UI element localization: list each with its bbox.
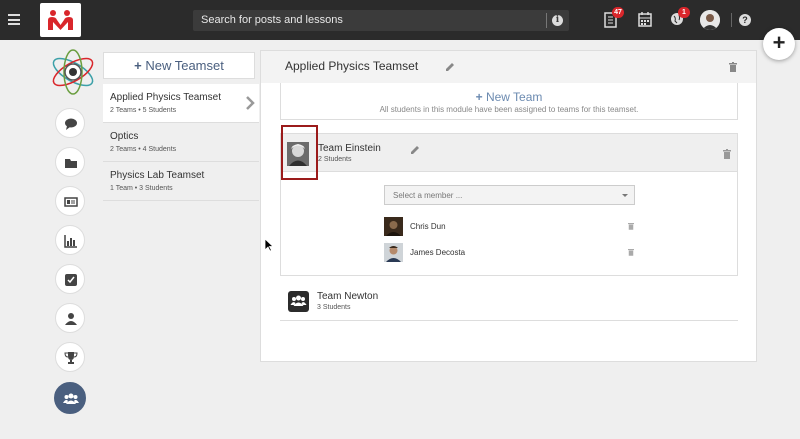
- nav-info-button[interactable]: [55, 186, 85, 216]
- member-select[interactable]: Select a member ...: [384, 185, 635, 205]
- member-name: James Decosta: [410, 248, 466, 257]
- nav-chat-button[interactable]: [55, 108, 85, 138]
- teamset-name: Physics Lab Teamset: [110, 170, 205, 181]
- remove-member-trash-icon[interactable]: [628, 248, 634, 256]
- users-icon: [290, 295, 307, 306]
- teamset-summary: 2 Teams • 5 Students: [110, 107, 177, 114]
- teamset-summary: 1 Team • 3 Students: [110, 185, 173, 192]
- delete-team-trash-icon[interactable]: [723, 149, 731, 159]
- team-row[interactable]: Team Newton 3 Students: [280, 283, 738, 321]
- member-row: James Decosta: [384, 243, 634, 263]
- app-logo[interactable]: [40, 3, 81, 37]
- trophy-icon: [64, 352, 78, 364]
- teamset-item[interactable]: Physics Lab Teamset 1 Team • 3 Students: [103, 162, 259, 201]
- notifications-icon[interactable]: 47: [604, 7, 624, 28]
- search-input[interactable]: Search for posts and lessons: [201, 14, 343, 26]
- chevron-down-icon: [622, 194, 628, 197]
- team-avatar[interactable]: [288, 291, 309, 312]
- teamset-panel: Applied Physics Teamset + New Team All s…: [260, 50, 757, 362]
- team-name: Team Einstein: [318, 143, 381, 154]
- teamset-item[interactable]: Optics 2 Teams • 4 Students: [103, 123, 259, 162]
- highlight-box: [281, 125, 318, 180]
- member-avatar: [384, 243, 403, 262]
- member-row: Chris Dun: [384, 217, 634, 237]
- globe-badge: 1: [678, 7, 690, 18]
- member-select-placeholder: Select a member ...: [393, 191, 463, 200]
- module-logo[interactable]: [49, 48, 97, 96]
- edit-team-pencil-icon[interactable]: [410, 145, 420, 155]
- team-name: Team Newton: [317, 291, 379, 302]
- user-icon: [65, 313, 77, 325]
- teamset-item[interactable]: Applied Physics Teamset 2 Teams • 5 Stud…: [103, 84, 259, 123]
- search-divider: [546, 13, 547, 28]
- teamset-name: Applied Physics Teamset: [110, 92, 221, 103]
- teamset-list: Applied Physics Teamset 2 Teams • 5 Stud…: [103, 84, 259, 201]
- nav-members-button[interactable]: [55, 303, 85, 333]
- team-student-count: 2 Students: [318, 156, 352, 163]
- new-team-area: + New Team All students in this module h…: [280, 83, 738, 120]
- users-icon: [63, 393, 79, 404]
- page-title: Applied Physics Teamset: [285, 59, 419, 73]
- checkbox-icon: [65, 274, 77, 286]
- delete-teamset-trash-icon[interactable]: [729, 62, 737, 72]
- help-icon[interactable]: ?: [739, 14, 751, 26]
- search-bar[interactable]: Search for posts and lessons i: [193, 10, 569, 31]
- globe-icon[interactable]: 1: [670, 7, 690, 28]
- nav-grades-button[interactable]: [55, 225, 85, 255]
- new-teamset-label: New Teamset: [145, 58, 224, 73]
- edit-teamset-pencil-icon[interactable]: [445, 62, 455, 72]
- teamset-name: Optics: [110, 131, 139, 142]
- mouse-cursor-icon: [265, 239, 274, 252]
- bar-chart-icon: [64, 235, 77, 248]
- plus-icon: +: [475, 90, 483, 104]
- notifications-badge: 47: [612, 7, 624, 18]
- create-button[interactable]: +: [763, 28, 795, 60]
- folder-icon: [65, 159, 77, 168]
- new-team-note: All students in this module have been as…: [379, 105, 639, 114]
- calendar-icon[interactable]: [638, 12, 652, 28]
- top-bar: Search for posts and lessons i 47 1 ?: [0, 0, 800, 40]
- nav-assignments-button[interactable]: [55, 264, 85, 294]
- user-avatar[interactable]: [700, 10, 720, 30]
- new-teamset-button[interactable]: + New Teamset: [103, 52, 255, 79]
- topbar-divider: [731, 13, 732, 27]
- id-card-icon: [64, 197, 78, 207]
- team-student-count: 3 Students: [317, 304, 351, 311]
- new-team-label: New Team: [485, 90, 543, 104]
- chat-icon: [65, 118, 77, 130]
- new-team-button[interactable]: + New Team: [281, 90, 737, 104]
- team-header[interactable]: Team Einstein 2 Students: [281, 125, 737, 180]
- nav-files-button[interactable]: [55, 147, 85, 177]
- info-icon[interactable]: i: [552, 15, 563, 26]
- panel-header: Applied Physics Teamset: [261, 51, 756, 83]
- plus-icon: +: [134, 58, 142, 73]
- hamburger-menu-icon[interactable]: [8, 14, 20, 25]
- member-avatar: [384, 217, 403, 236]
- team-card: Team Einstein 2 Students Select a member…: [280, 125, 738, 276]
- teamset-summary: 2 Teams • 4 Students: [110, 146, 177, 153]
- remove-member-trash-icon[interactable]: [628, 222, 634, 230]
- member-name: Chris Dun: [410, 222, 446, 231]
- nav-teams-button[interactable]: [54, 382, 86, 414]
- nav-achievements-button[interactable]: [55, 342, 85, 372]
- chevron-right-icon: [246, 96, 255, 110]
